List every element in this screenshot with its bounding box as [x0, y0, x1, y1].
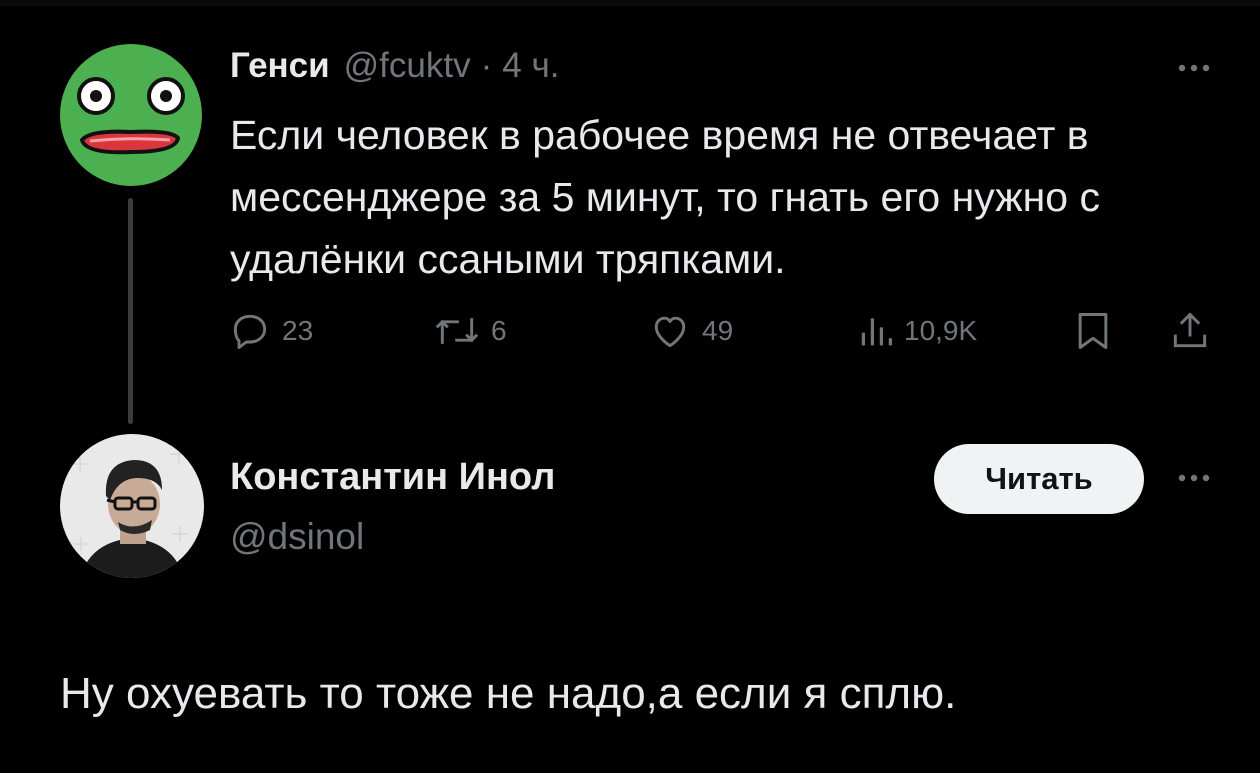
- like-button[interactable]: 49: [648, 306, 733, 356]
- views-count: 10,9K: [904, 315, 978, 346]
- thread-connector-line: [128, 198, 133, 424]
- author-avatar[interactable]: [60, 44, 202, 186]
- like-count: 49: [702, 315, 734, 346]
- reply-button[interactable]: 23: [228, 306, 313, 356]
- views-button[interactable]: 10,9K: [858, 306, 977, 356]
- bookmark-icon: [1073, 309, 1113, 353]
- profile-handle[interactable]: @dsinol: [230, 516, 364, 558]
- retweet-icon: [433, 309, 481, 353]
- frog-face-avatar-image: [60, 44, 202, 186]
- reply-icon: [228, 309, 272, 353]
- reply-text: Ну охуевать то тоже не надо,а если я спл…: [60, 669, 957, 718]
- tweet-timestamp[interactable]: 4 ч.: [502, 46, 559, 86]
- top-divider: [0, 0, 1260, 6]
- profile-avatar[interactable]: [60, 434, 204, 578]
- author-name[interactable]: Генси: [230, 46, 330, 86]
- share-upload-icon: [1168, 309, 1212, 353]
- tweet-action-bar: 23 6 49 10,9K: [228, 306, 1218, 356]
- follow-button[interactable]: Читать: [934, 444, 1144, 514]
- views-bar-chart-icon: [858, 309, 894, 353]
- tweet-header: Генси @fcuktv · 4 ч.: [230, 46, 559, 96]
- retweet-button[interactable]: 6: [433, 306, 507, 356]
- tweet-text: Если человек в рабочее время не отвечает…: [230, 112, 1100, 282]
- header-separator: ·: [480, 46, 493, 85]
- bookmark-button[interactable]: [1073, 306, 1113, 356]
- more-horizontal-icon[interactable]: [1176, 50, 1212, 80]
- author-handle[interactable]: @fcuktv: [344, 46, 471, 86]
- share-button[interactable]: [1168, 306, 1212, 356]
- heart-icon: [648, 309, 692, 353]
- person-portrait-avatar-image: [60, 434, 204, 578]
- more-horizontal-icon[interactable]: [1176, 460, 1212, 490]
- reply-count: 23: [282, 315, 314, 346]
- profile-name[interactable]: Константин Инол: [230, 456, 555, 499]
- retweet-count: 6: [491, 315, 507, 346]
